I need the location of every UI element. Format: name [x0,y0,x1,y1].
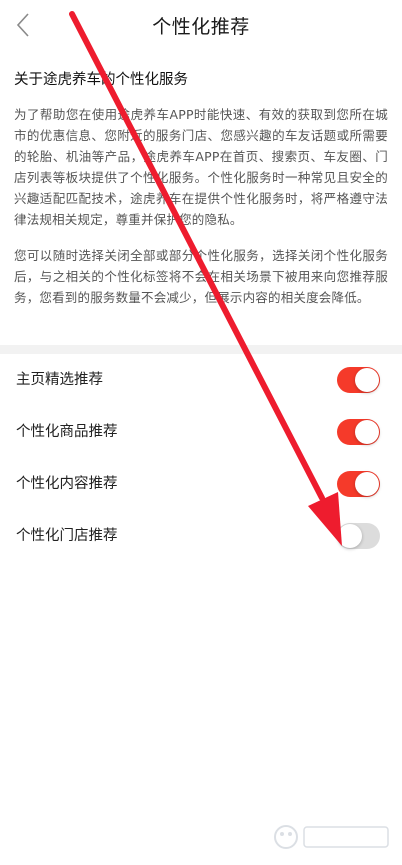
toggle-label: 个性化商品推荐 [16,424,118,440]
watermark-logo [274,825,389,849]
page-title: 个性化推荐 [152,16,250,38]
switch-knob [338,524,362,548]
product-recommend-switch[interactable] [337,419,380,445]
toggle-label: 个性化内容推荐 [16,476,118,492]
switch-knob [355,472,379,496]
header-bar: 个性化推荐 [0,0,402,52]
description-paragraph-2: 您可以随时选择关闭全部或部分个性化服务，选择关闭个性化服务后，与之相关的个性化标… [14,248,388,305]
switch-knob [355,420,379,444]
toggle-list: 主页精选推荐 个性化商品推荐 个性化内容推荐 个性化门店推荐 [0,354,402,562]
toggle-row-products: 个性化商品推荐 [0,406,402,458]
homepage-recommend-switch[interactable] [337,367,380,393]
toggle-row-stores: 个性化门店推荐 [0,510,402,562]
description-paragraph-1: 为了帮助您在使用途虎养车APP时能快速、有效的获取到您所在城市的优惠信息、您附近… [14,107,388,227]
switch-knob [355,368,379,392]
toggle-row-content: 个性化内容推荐 [0,458,402,510]
content-recommend-switch[interactable] [337,471,380,497]
section-divider [0,345,402,354]
section-title: 关于途虎养车的个性化服务 [14,72,188,88]
toggle-row-homepage: 主页精选推荐 [0,354,402,406]
toggle-label: 主页精选推荐 [16,372,103,388]
toggle-label: 个性化门店推荐 [16,528,118,544]
store-recommend-switch[interactable] [337,523,380,549]
